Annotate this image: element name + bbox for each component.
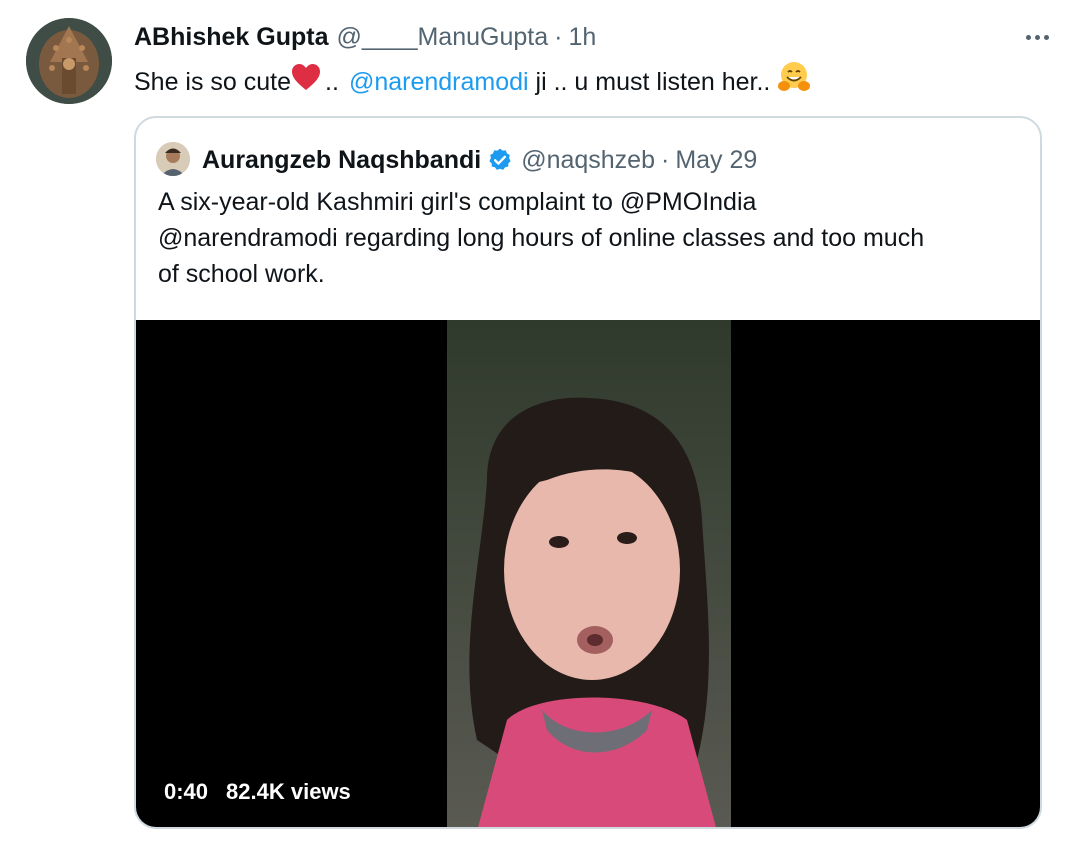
quoted-author-handle[interactable]: @naqshzeb — [521, 146, 655, 175]
tweet-header: ABhishek Gupta @____ManuGupta · 1h — [134, 20, 596, 54]
mention-link[interactable]: @narendramodi — [349, 65, 529, 99]
tweet-text-start: She is so cute — [134, 67, 292, 96]
quoted-author-name[interactable]: Aurangzeb Naqshbandi — [202, 146, 481, 175]
quoted-text-line: @narendramodi regarding long hours of on… — [158, 224, 925, 252]
more-dot-icon — [1025, 34, 1031, 40]
more-dot-icon — [1034, 34, 1040, 40]
quoted-text-line: of school work. — [158, 260, 325, 288]
avatar[interactable] — [26, 18, 112, 104]
quoted-text: A six-year-old Kashmiri girl's complaint… — [158, 184, 1038, 292]
quoted-separator: · — [661, 145, 670, 174]
quoted-avatar[interactable] — [156, 142, 190, 176]
verified-badge-icon — [487, 147, 513, 173]
video-thumbnail — [447, 320, 731, 827]
video-meta: 0:40 82.4K views — [164, 779, 351, 805]
hugging-face-icon — [777, 60, 811, 103]
more-dot-icon — [1043, 34, 1049, 40]
tweet-text: She is so cute .. @narendramodi ji .. u … — [134, 60, 811, 103]
quoted-header: Aurangzeb Naqshbandi @naqshzeb · May 29 — [202, 142, 757, 178]
tweet-time[interactable]: 1h — [568, 23, 596, 52]
red-heart-icon — [291, 63, 321, 100]
more-options-button[interactable] — [1017, 22, 1057, 52]
author-name[interactable]: ABhishek Gupta — [134, 23, 328, 52]
author-handle[interactable]: @____ManuGupta — [336, 23, 548, 52]
tweet[interactable]: ABhishek Gupta @____ManuGupta · 1h She i… — [0, 0, 1079, 849]
quoted-avatar-image — [156, 142, 190, 176]
quoted-date[interactable]: May 29 — [675, 146, 757, 175]
video-views: 82.4K views — [226, 779, 351, 804]
avatar-image — [26, 18, 112, 104]
separator: · — [554, 22, 563, 51]
quoted-tweet[interactable]: Aurangzeb Naqshbandi @naqshzeb · May 29 … — [134, 116, 1042, 829]
tweet-text-end: ji .. u must listen her.. — [528, 67, 778, 96]
video-player[interactable]: 0:40 82.4K views — [136, 320, 1040, 827]
quoted-text-line: A six-year-old Kashmiri girl's complaint… — [158, 188, 757, 216]
video-duration: 0:40 — [164, 779, 209, 804]
tweet-text-dots: .. — [325, 67, 339, 96]
